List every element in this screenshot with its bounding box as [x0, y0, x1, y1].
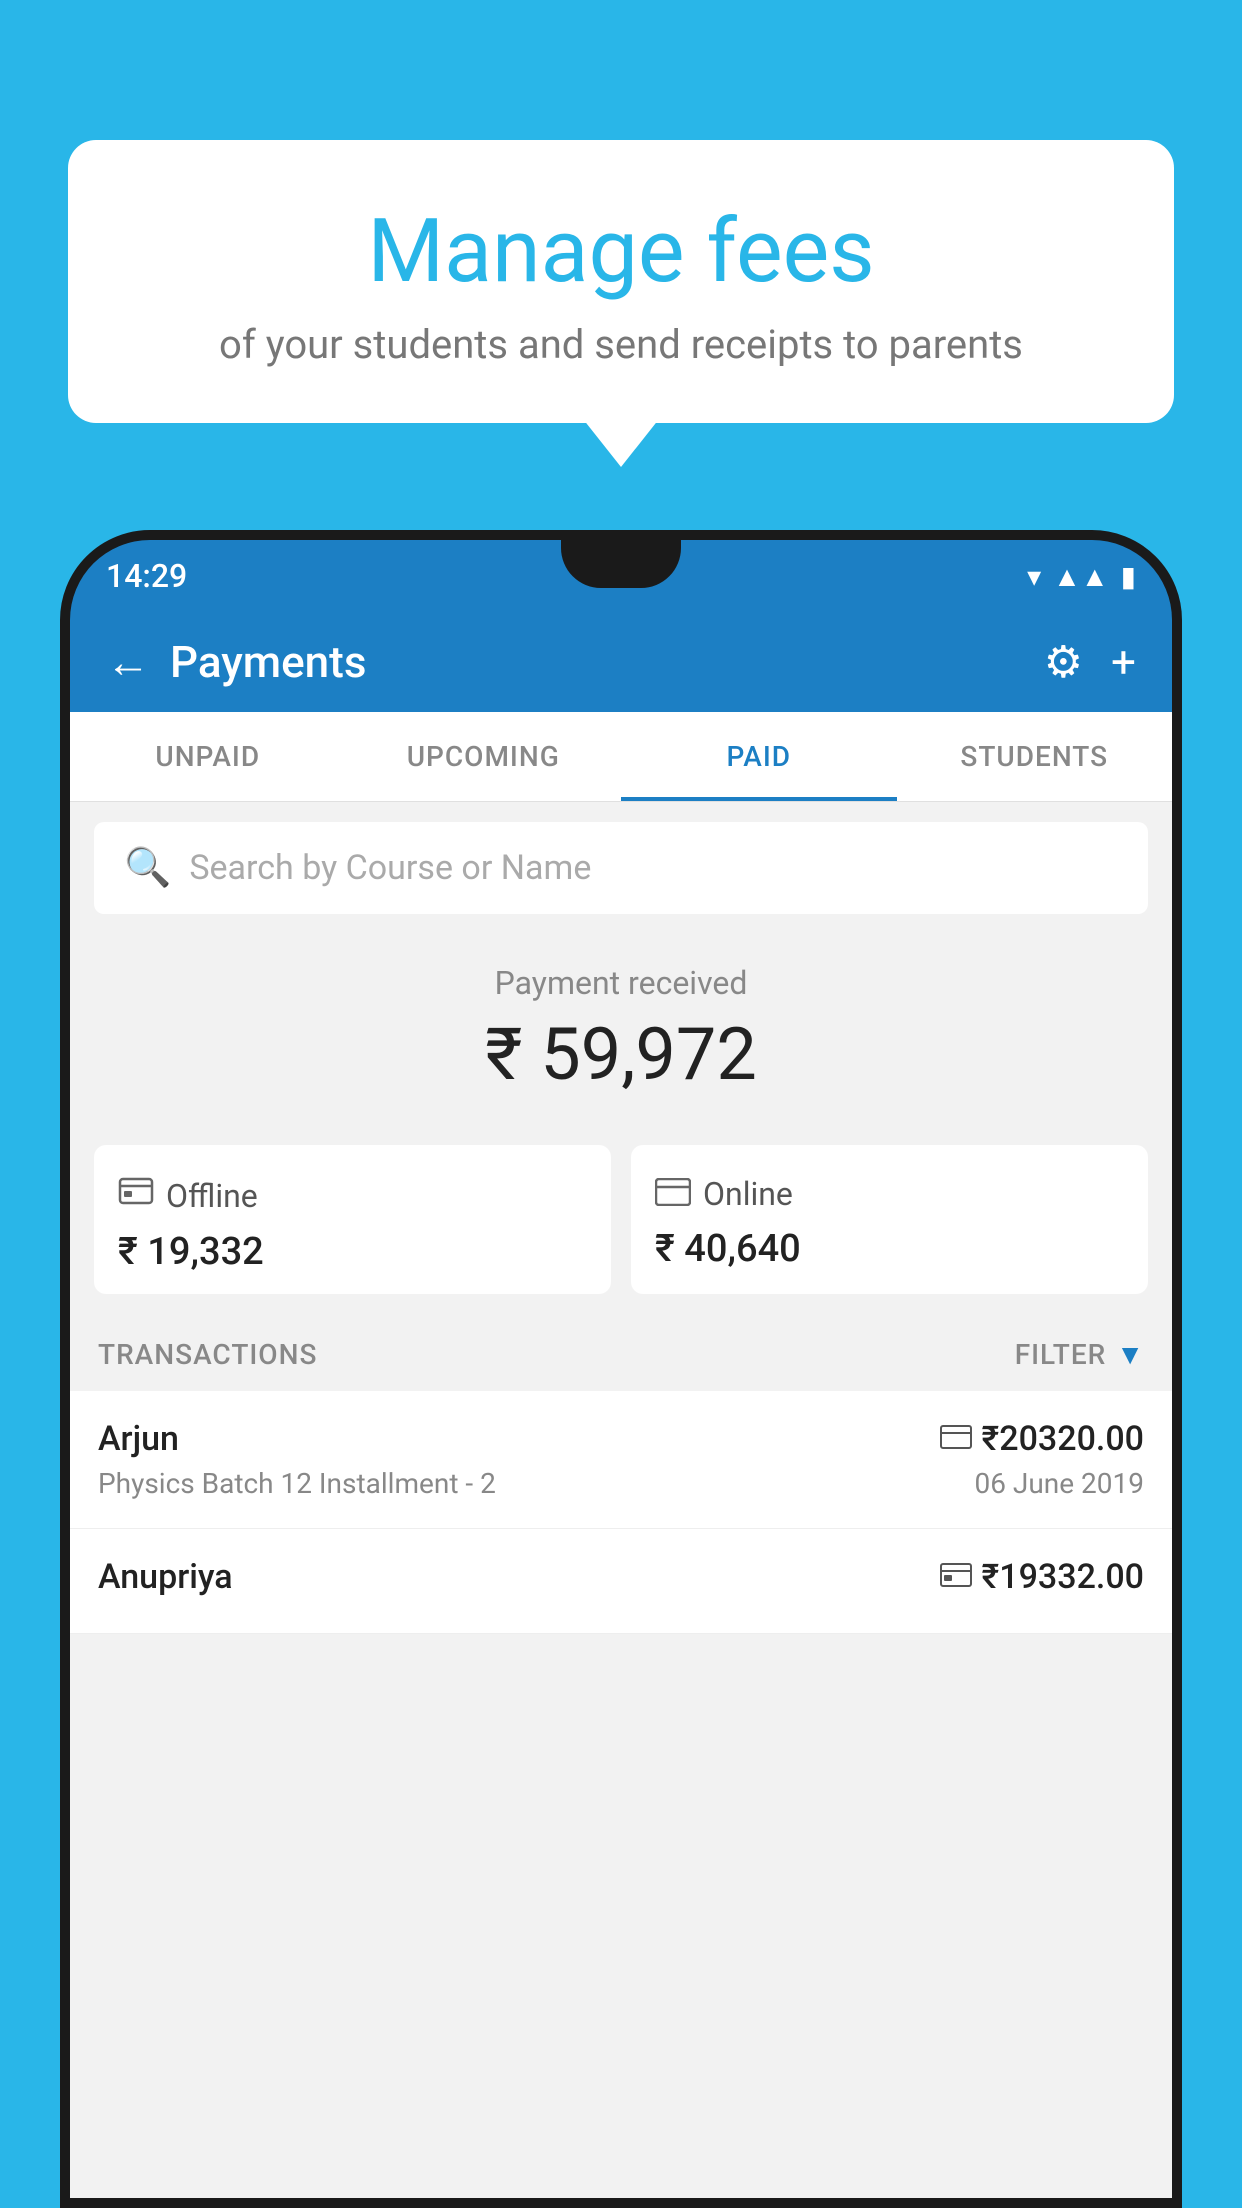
phone-frame: 14:29 ▾ ▲▲ ▮ ← Payments ⚙ + UNPAID UPCOM… — [60, 530, 1182, 2208]
offline-type-label: Offline — [166, 1177, 258, 1215]
transaction-date: 06 June 2019 — [974, 1467, 1144, 1500]
payment-cards: Offline ₹ 19,332 Online ₹ 40,640 — [70, 1145, 1172, 1318]
status-bar: 14:29 ▾ ▲▲ ▮ — [70, 540, 1172, 612]
tab-paid[interactable]: PAID — [621, 712, 897, 801]
transaction-name: Arjun — [98, 1419, 179, 1459]
tab-upcoming[interactable]: UPCOMING — [346, 712, 622, 801]
phone-notch — [561, 540, 681, 588]
search-bar[interactable]: 🔍 Search by Course or Name — [94, 822, 1148, 914]
offline-amount: ₹ 19,332 — [118, 1230, 587, 1274]
online-type-label: Online — [703, 1175, 793, 1213]
transaction-name: Anupriya — [98, 1557, 233, 1597]
online-payment-icon — [655, 1173, 691, 1215]
online-amount: ₹ 40,640 — [655, 1227, 1124, 1271]
tabs: UNPAID UPCOMING PAID STUDENTS — [70, 712, 1172, 802]
manage-fees-subtitle: of your students and send receipts to pa… — [118, 321, 1124, 368]
offline-payment-icon — [118, 1173, 154, 1218]
card-payment-icon — [940, 1423, 972, 1456]
search-icon: 🔍 — [124, 846, 171, 890]
signal-icon: ▲▲ — [1053, 560, 1108, 593]
transaction-row[interactable]: Arjun ₹20320.00 Physics Batch 12 Install… — [70, 1391, 1172, 1529]
battery-icon: ▮ — [1121, 560, 1136, 593]
transaction-amount-row: ₹19332.00 — [940, 1557, 1144, 1597]
transaction-bottom: Physics Batch 12 Installment - 2 06 June… — [98, 1467, 1144, 1500]
offline-card: Offline ₹ 19,332 — [94, 1145, 611, 1294]
online-card: Online ₹ 40,640 — [631, 1145, 1148, 1294]
search-placeholder: Search by Course or Name — [189, 848, 591, 888]
transaction-top: Arjun ₹20320.00 — [98, 1419, 1144, 1459]
payment-received-label: Payment received — [94, 964, 1148, 1002]
header-right: ⚙ + — [1044, 636, 1136, 688]
status-icons: ▾ ▲▲ ▮ — [1027, 560, 1136, 593]
tab-students[interactable]: STUDENTS — [897, 712, 1173, 801]
transaction-amount-row: ₹20320.00 — [940, 1419, 1144, 1459]
offline-card-header: Offline — [118, 1173, 587, 1218]
transaction-row[interactable]: Anupriya ₹19332.00 — [70, 1529, 1172, 1634]
transaction-top: Anupriya ₹19332.00 — [98, 1557, 1144, 1597]
speech-bubble: Manage fees of your students and send re… — [68, 140, 1174, 423]
manage-fees-title: Manage fees — [118, 200, 1124, 303]
transactions-header: TRANSACTIONS FILTER ▼ — [70, 1318, 1172, 1391]
add-icon[interactable]: + — [1111, 636, 1136, 688]
payment-summary: Payment received ₹ 59,972 — [70, 934, 1172, 1145]
back-button[interactable]: ← — [106, 636, 150, 688]
transactions-label: TRANSACTIONS — [98, 1338, 317, 1371]
transaction-amount: ₹20320.00 — [982, 1419, 1144, 1459]
status-time: 14:29 — [106, 557, 187, 595]
header-title: Payments — [170, 636, 366, 688]
online-card-header: Online — [655, 1173, 1124, 1215]
tab-unpaid[interactable]: UNPAID — [70, 712, 346, 801]
filter-button[interactable]: FILTER ▼ — [1015, 1338, 1144, 1371]
wifi-icon: ▾ — [1027, 560, 1041, 593]
offline-payment-icon — [940, 1561, 972, 1594]
app-content: 🔍 Search by Course or Name Payment recei… — [70, 802, 1172, 2198]
transaction-course: Physics Batch 12 Installment - 2 — [98, 1467, 496, 1500]
filter-label: FILTER — [1015, 1338, 1107, 1371]
speech-bubble-container: Manage fees of your students and send re… — [68, 140, 1174, 423]
header-left: ← Payments — [106, 636, 366, 688]
settings-icon[interactable]: ⚙ — [1044, 636, 1083, 688]
filter-icon: ▼ — [1116, 1338, 1144, 1371]
total-payment-amount: ₹ 59,972 — [94, 1012, 1148, 1097]
transaction-amount: ₹19332.00 — [982, 1557, 1144, 1597]
app-header: ← Payments ⚙ + — [70, 612, 1172, 712]
